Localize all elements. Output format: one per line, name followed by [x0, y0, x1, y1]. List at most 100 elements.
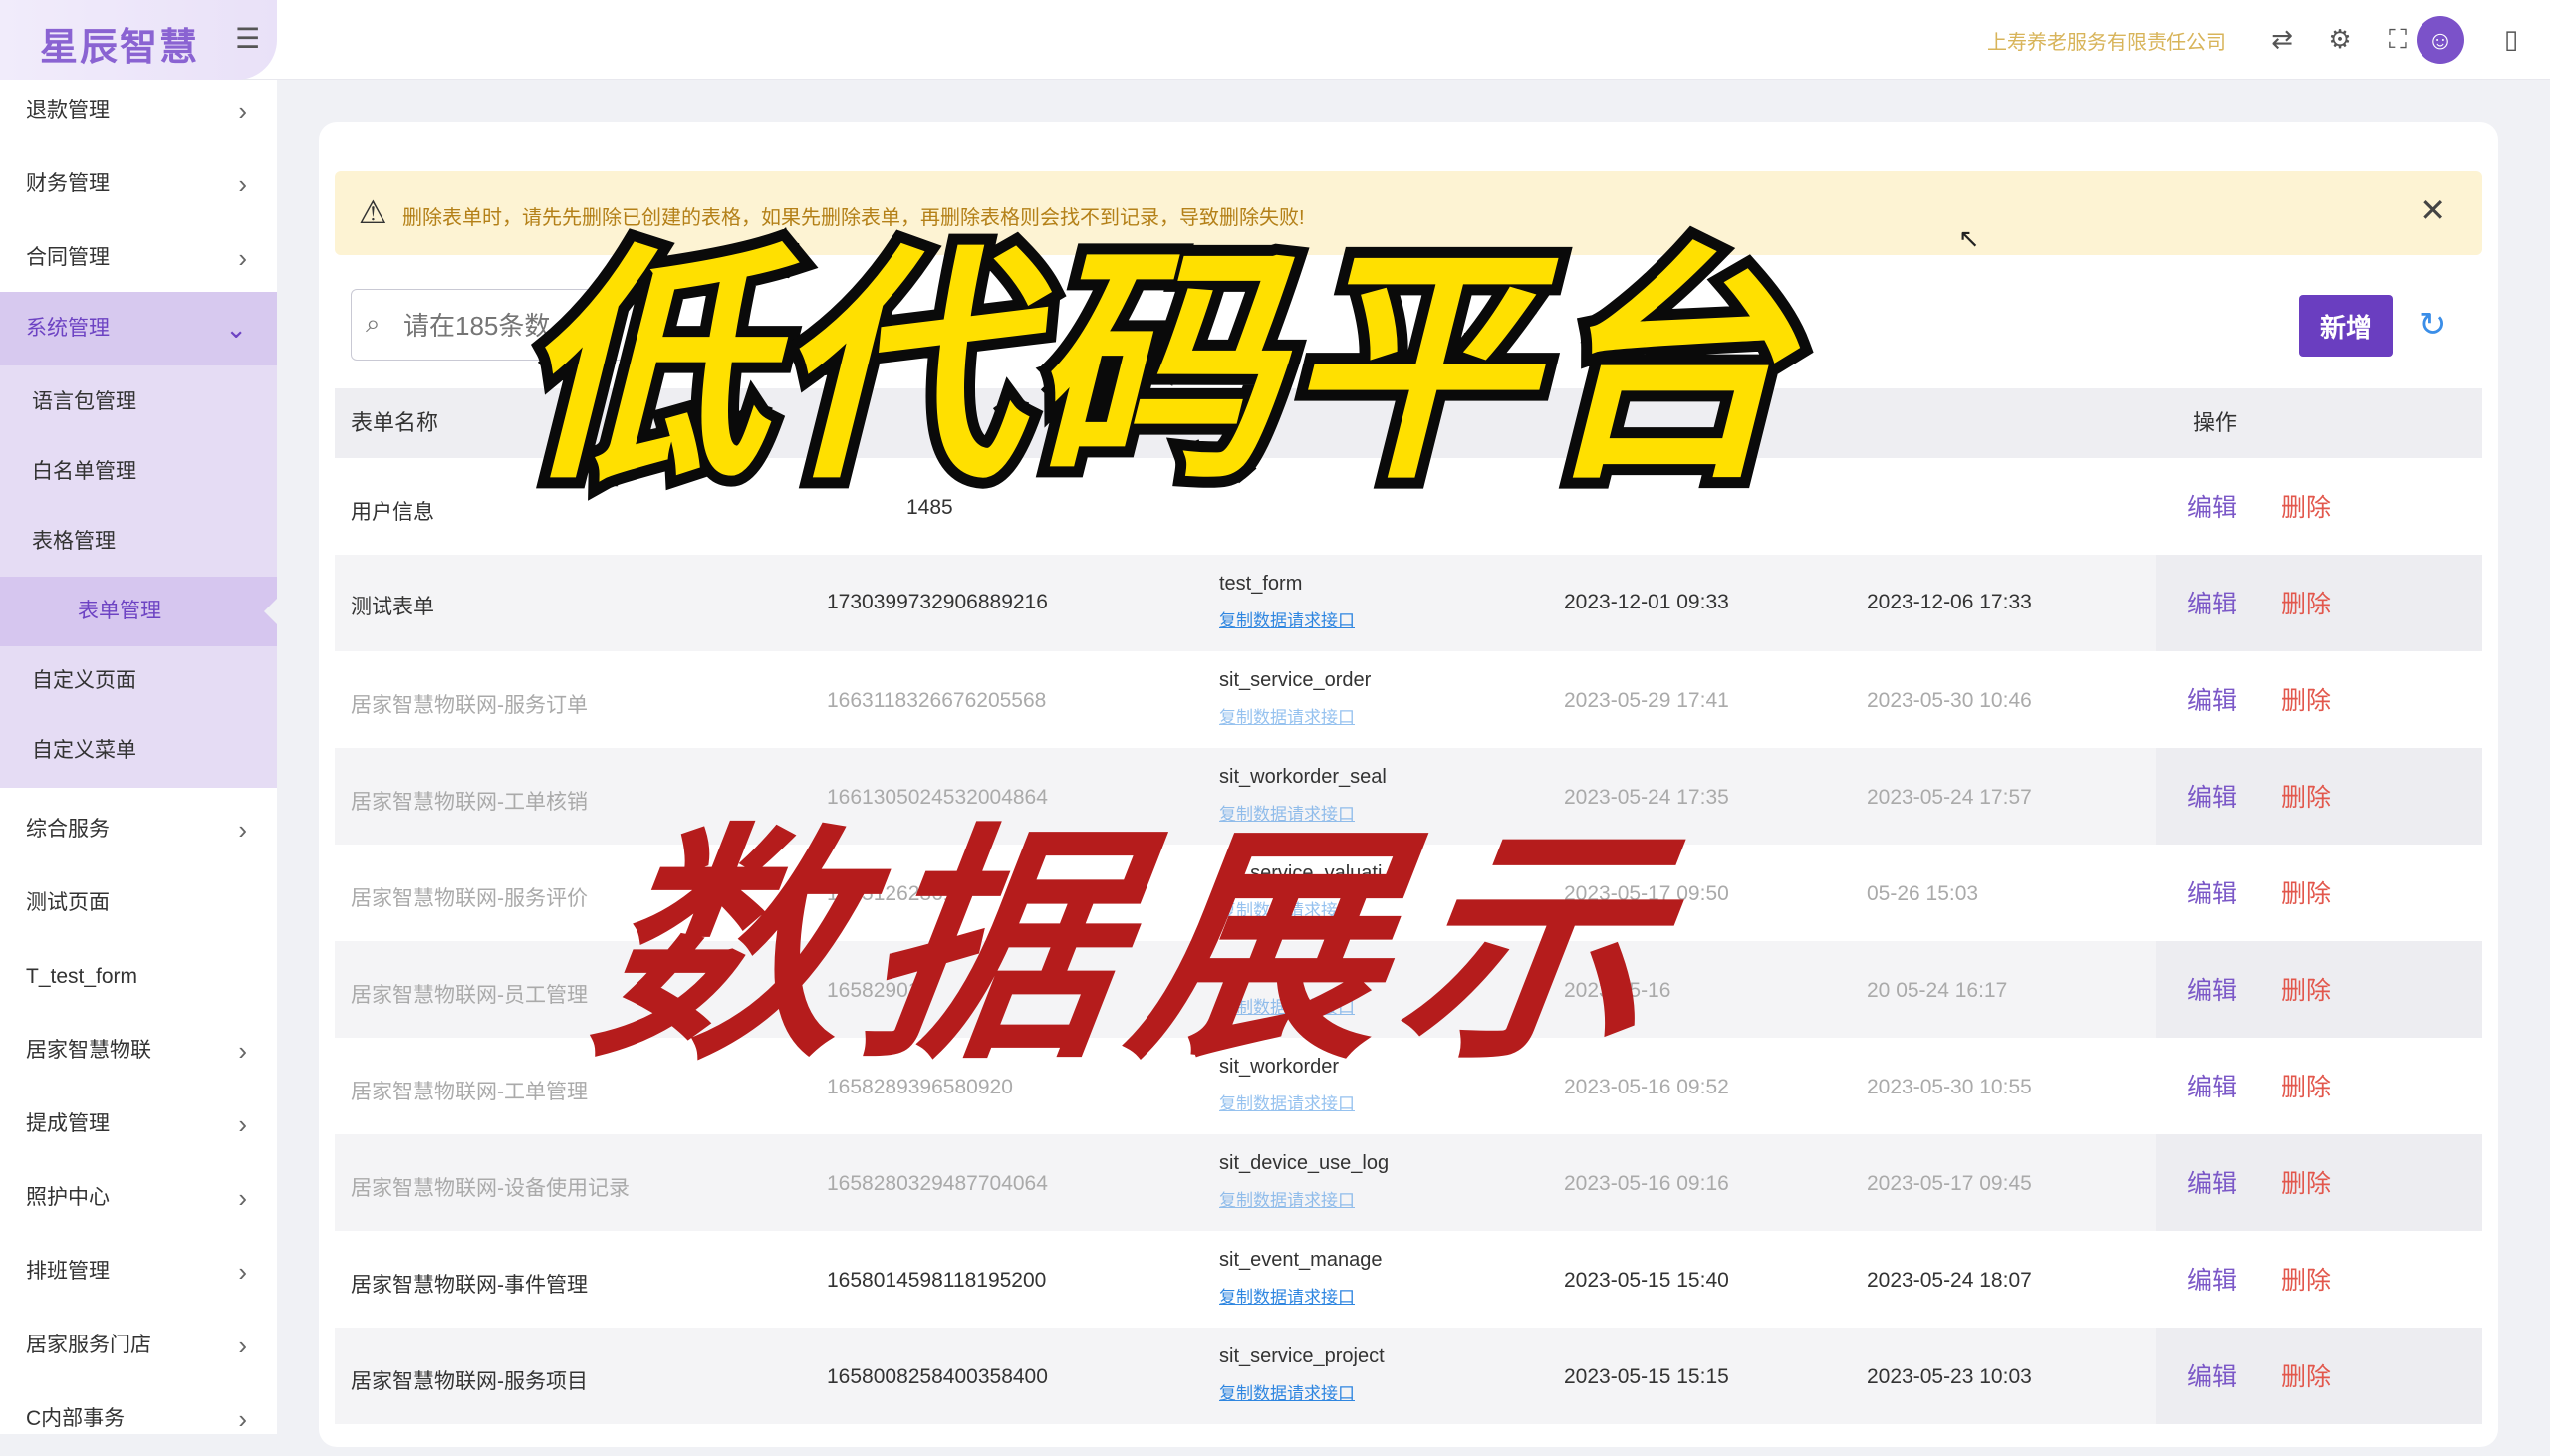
edit-button[interactable]: 编辑 [2187, 1164, 2237, 1200]
chevron-right-icon: › [238, 169, 247, 199]
copy-api-link[interactable]: 复制数据请求接口 [1219, 1379, 1355, 1404]
delete-button[interactable]: 删除 [2281, 1357, 2331, 1393]
edit-button[interactable]: 编辑 [2187, 971, 2237, 1007]
copy-api-link[interactable]: 复制数据请求接口 [1219, 703, 1355, 728]
updated-at: 2023-05-30 10:46 [1867, 689, 2032, 712]
copy-api-link[interactable]: 复制数据请求接口 [1219, 1283, 1355, 1308]
sidebar-item-finance[interactable]: 财务管理 › [0, 147, 277, 221]
form-name: 居家智慧物联网-设备使用记录 [351, 1177, 630, 1200]
sidebar-subitem-table[interactable]: 表格管理 [0, 507, 277, 577]
sidebar-item-service[interactable]: 综合服务 › [0, 793, 277, 866]
switch-icon[interactable]: ⇄ [2265, 22, 2299, 56]
edit-button[interactable]: 编辑 [2187, 681, 2237, 717]
form-id: 1658008258400358400 [827, 1365, 1048, 1388]
panel-icon[interactable]: ▯ [2494, 22, 2528, 56]
company-name[interactable]: 上寿养老服务有限责任公司 [1987, 26, 2226, 55]
form-name: 居家智慧物联网-服务订单 [351, 694, 588, 717]
refresh-icon[interactable]: ↻ [2419, 305, 2447, 345]
created-at: 2023-05-29 17:41 [1564, 689, 1729, 712]
chevron-right-icon: › [238, 1257, 247, 1287]
form-name: 居家智慧物联网-服务项目 [351, 1370, 588, 1393]
sidebar-item-commission[interactable]: 提成管理 › [0, 1088, 277, 1161]
sidebar-item-test-form[interactable]: T_test_form [0, 940, 277, 1014]
sidebar-item-schedule[interactable]: 排班管理 › [0, 1235, 277, 1309]
form-id: 1730399732906889216 [827, 591, 1048, 613]
copy-api-link[interactable]: 复制数据请求接口 [1219, 1186, 1355, 1211]
col-operation: 操作 [2193, 410, 2238, 435]
sidebar-item-label: T_test_form [26, 965, 138, 988]
updated-at: 2023-05-24 18:07 [1867, 1269, 2032, 1292]
sidebar-item-label: 居家服务门店 [26, 1334, 151, 1356]
user-avatar[interactable]: ☺ [2417, 16, 2464, 64]
top-header: 星辰智慧 ☰ 上寿养老服务有限责任公司 ⇄ ⚙ ⛶ ☺ ▯ [0, 0, 2550, 80]
updated-at: 2023-05-23 10:03 [1867, 1365, 2032, 1388]
chevron-right-icon: › [238, 1331, 247, 1360]
form-code: sit_service_project [1219, 1345, 1385, 1367]
delete-button[interactable]: 删除 [2281, 488, 2331, 524]
sidebar-item-label: 退款管理 [26, 99, 110, 121]
edit-button[interactable]: 编辑 [2187, 874, 2237, 910]
sidebar-item-care[interactable]: 照护中心 › [0, 1161, 277, 1235]
form-name: 居家智慧物联网-服务评价 [351, 887, 588, 910]
table-row: 居家智慧物联网-设备使用记录 1658280329487704064 sit_d… [335, 1134, 2482, 1231]
chevron-right-icon: › [238, 1183, 247, 1213]
edit-button[interactable]: 编辑 [2187, 1357, 2237, 1393]
delete-button[interactable]: 删除 [2281, 1164, 2331, 1200]
sidebar-item-label: 提成管理 [26, 1112, 110, 1135]
delete-button[interactable]: 删除 [2281, 778, 2331, 814]
sidebar-item-label: 排班管理 [26, 1260, 110, 1283]
sidebar-subitem-whitelist[interactable]: 白名单管理 [0, 437, 277, 507]
delete-button[interactable]: 删除 [2281, 971, 2331, 1007]
sidebar-item-store[interactable]: 居家服务门店 › [0, 1309, 277, 1382]
created-at: 2023-05-15 15:15 [1564, 1365, 1729, 1388]
edit-button[interactable]: 编辑 [2187, 778, 2237, 814]
sidebar-item-test-page[interactable]: 测试页面 [0, 866, 277, 940]
delete-button[interactable]: 删除 [2281, 681, 2331, 717]
delete-button[interactable]: 删除 [2281, 585, 2331, 620]
sidebar-item-internal[interactable]: C内部事务 › [0, 1382, 277, 1456]
updated-at: 2023-12-06 17:33 [1867, 591, 2032, 613]
close-icon[interactable]: ✕ [2420, 191, 2446, 229]
form-id: 1663118326676205568 [827, 689, 1047, 712]
form-name: 测试表单 [351, 596, 434, 618]
chevron-right-icon: › [238, 1404, 247, 1434]
sidebar-item-label: 系统管理 [26, 317, 110, 340]
search-icon: ⌕ [366, 308, 381, 338]
form-code: sit_service_order [1219, 669, 1372, 691]
delete-button[interactable]: 删除 [2281, 874, 2331, 910]
logo-area: 星辰智慧 ☰ [0, 0, 277, 80]
form-name: 居家智慧物联网-工单核销 [351, 791, 588, 814]
gear-icon[interactable]: ⚙ [2323, 22, 2357, 56]
overlay-subtitle: 数据展示 [578, 800, 1696, 1092]
edit-button[interactable]: 编辑 [2187, 488, 2237, 524]
sidebar-item-refund[interactable]: 退款管理 › [0, 74, 277, 147]
edit-button[interactable]: 编辑 [2187, 585, 2237, 620]
sidebar-subitem-form[interactable]: 表单管理 [0, 577, 277, 646]
sidebar-subitem-language[interactable]: 语言包管理 [0, 367, 277, 437]
sidebar-item-label: 合同管理 [26, 246, 110, 269]
copy-api-link[interactable]: 复制数据请求接口 [1219, 607, 1355, 631]
delete-button[interactable]: 删除 [2281, 1261, 2331, 1297]
delete-button[interactable]: 删除 [2281, 1068, 2331, 1103]
sidebar-subitem-custom-menu[interactable]: 自定义菜单 [0, 716, 277, 786]
app-logo[interactable]: 星辰智慧 [40, 16, 199, 71]
sidebar-item-contract[interactable]: 合同管理 › [0, 221, 277, 295]
sidebar-item-label: 测试页面 [26, 891, 110, 914]
chevron-right-icon: › [238, 815, 247, 845]
updated-at: 2023-05-17 09:45 [1867, 1172, 2032, 1195]
menu-collapse-icon[interactable]: ☰ [235, 24, 265, 54]
fullscreen-icon[interactable]: ⛶ [2381, 22, 2415, 56]
edit-button[interactable]: 编辑 [2187, 1068, 2237, 1103]
system-submenu: 系统管理 ⌄ 语言包管理 白名单管理 表格管理 表单管理 自定义页面 自定义菜单 [0, 292, 277, 788]
active-indicator [264, 599, 277, 624]
form-name: 用户信息 [351, 501, 434, 524]
sidebar-item-label: 表单管理 [78, 600, 161, 622]
sidebar-subitem-custom-page[interactable]: 自定义页面 [0, 646, 277, 716]
edit-button[interactable]: 编辑 [2187, 1261, 2237, 1297]
form-name: 居家智慧物联网-员工管理 [351, 984, 588, 1007]
form-code: sit_event_manage [1219, 1249, 1383, 1271]
sidebar-item-system[interactable]: 系统管理 ⌄ [0, 292, 277, 365]
sidebar-item-iot[interactable]: 居家智慧物联 › [0, 1014, 277, 1088]
add-button[interactable]: 新增 [2299, 295, 2393, 357]
form-id: 1658014598118195200 [827, 1269, 1047, 1292]
